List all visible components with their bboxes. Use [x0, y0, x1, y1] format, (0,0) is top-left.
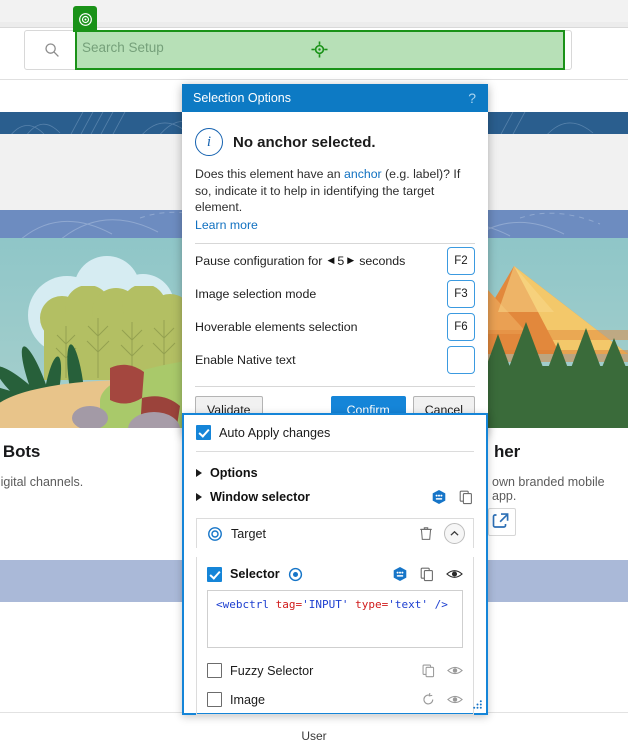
- tree-row-options[interactable]: Options: [196, 461, 474, 485]
- chevron-left-icon[interactable]: ◀: [327, 255, 334, 266]
- info-heading: No anchor selected.: [233, 134, 376, 151]
- tree-label-options: Options: [210, 466, 258, 480]
- fuzzy-selector-row[interactable]: Fuzzy Selector: [197, 656, 473, 685]
- copy-icon-fuzzy[interactable]: [421, 663, 436, 678]
- target-card-body: Selector: [196, 557, 474, 715]
- pause-seconds-stepper[interactable]: ◀ 5 ▶: [327, 254, 354, 268]
- resize-grip-icon[interactable]: [473, 700, 482, 709]
- code-attr1-value: 'INPUT': [302, 598, 348, 611]
- crosshair-cursor-icon: [311, 41, 328, 58]
- target-indicator-icon[interactable]: [288, 567, 303, 582]
- native-text-toggle[interactable]: [447, 346, 475, 374]
- feature-title-left: n Bots: [0, 442, 40, 462]
- selector-checkbox[interactable]: [207, 567, 222, 582]
- target-header-row[interactable]: Target: [196, 518, 474, 548]
- selector-section: Selector: [197, 557, 473, 656]
- copy-icon[interactable]: [458, 489, 474, 505]
- dialog-title-bar: Selection Options ?: [182, 84, 488, 112]
- fuzzy-selector-label: Fuzzy Selector: [230, 664, 313, 678]
- fuzzy-selector-checkbox[interactable]: [207, 663, 222, 678]
- option-row-hoverable-elements: Hoverable elements selection F6: [195, 310, 475, 343]
- info-banner: i No anchor selected.: [195, 128, 475, 156]
- image-checkbox[interactable]: [207, 692, 222, 707]
- option-label-hoverable-elements: Hoverable elements selection: [195, 320, 358, 334]
- delete-icon[interactable]: [419, 526, 433, 541]
- copy-icon-selector[interactable]: [419, 566, 435, 582]
- auto-apply-label: Auto Apply changes: [219, 426, 330, 440]
- chevron-right-icon-window-selector[interactable]: [196, 493, 202, 501]
- code-attr2-value: 'text': [388, 598, 428, 611]
- highlight-eye-icon-image[interactable]: [447, 694, 463, 705]
- tree-label-window-selector: Window selector: [210, 490, 310, 504]
- code-attr2-name: type: [355, 598, 382, 611]
- info-icon: i: [195, 128, 223, 156]
- pause-seconds-value: 5: [337, 254, 344, 268]
- image-label: Image: [230, 693, 265, 707]
- auto-apply-row[interactable]: Auto Apply changes: [196, 425, 474, 440]
- option-label-image-selection: Image selection mode: [195, 287, 316, 301]
- selector-editor-panel: Auto Apply changes Options Window select…: [182, 413, 488, 715]
- option-row-enable-native-text: Enable Native text: [195, 343, 475, 376]
- auto-apply-checkbox[interactable]: [196, 425, 211, 440]
- external-link-icon: [489, 509, 513, 533]
- info-description-part1: Does this element have an: [195, 167, 344, 181]
- chevron-right-icon-options[interactable]: [196, 469, 202, 477]
- footer-user-label: User: [0, 729, 628, 743]
- code-attr1-name: tag: [276, 598, 296, 611]
- option-label-native-text: Enable Native text: [195, 353, 296, 367]
- target-label: Target: [231, 527, 266, 541]
- selector-label: Selector: [230, 567, 280, 581]
- feature-subtitle-right: own branded mobile app.: [492, 475, 628, 503]
- ui-explorer-icon[interactable]: [431, 489, 447, 505]
- header-divider: [0, 79, 628, 80]
- external-link-button[interactable]: [488, 508, 516, 536]
- dialog-title: Selection Options: [193, 91, 291, 105]
- tree-row-window-selector[interactable]: Window selector: [196, 485, 474, 509]
- refresh-icon[interactable]: [421, 692, 436, 707]
- option-pause-text-after: seconds: [359, 254, 405, 268]
- target-badge-icon: [73, 6, 97, 32]
- shortcut-key-f3[interactable]: F3: [447, 280, 475, 308]
- panel-divider: [196, 451, 474, 452]
- collapse-chevron-icon[interactable]: [444, 523, 465, 544]
- highlight-eye-icon-fuzzy[interactable]: [447, 665, 463, 676]
- target-icon: [207, 526, 223, 542]
- option-pause-text-before: Pause configuration for: [195, 254, 322, 268]
- info-description: Does this element have an anchor (e.g. l…: [195, 166, 475, 216]
- chevron-right-icon[interactable]: ▶: [347, 255, 354, 266]
- option-row-pause-configuration: Pause configuration for ◀ 5 ▶ seconds F2: [195, 244, 475, 277]
- shortcut-key-f6[interactable]: F6: [447, 313, 475, 341]
- ui-explorer-icon-selector[interactable]: [392, 566, 408, 582]
- image-row[interactable]: Image: [197, 685, 473, 714]
- anchor-link[interactable]: anchor: [344, 167, 382, 181]
- code-tag-open: <webctrl: [216, 598, 269, 611]
- learn-more-link[interactable]: Learn more: [195, 217, 475, 234]
- option-label-pause: Pause configuration for ◀ 5 ▶ seconds: [195, 254, 405, 268]
- search-icon: [44, 42, 60, 58]
- feature-title-right: her: [494, 442, 520, 462]
- option-row-image-selection-mode: Image selection mode F3: [195, 277, 475, 310]
- selector-code-box[interactable]: <webctrl tag='INPUT' type='text' />: [207, 590, 463, 648]
- highlight-eye-icon[interactable]: [446, 568, 463, 580]
- help-icon[interactable]: ?: [465, 90, 479, 106]
- shortcut-key-f2[interactable]: F2: [447, 247, 475, 275]
- selection-options-dialog: Selection Options ? i No anchor selected…: [182, 84, 488, 434]
- feature-subtitle-left: r digital channels.: [0, 475, 83, 489]
- selector-row[interactable]: Selector: [207, 567, 303, 582]
- code-tag-close: />: [435, 598, 448, 611]
